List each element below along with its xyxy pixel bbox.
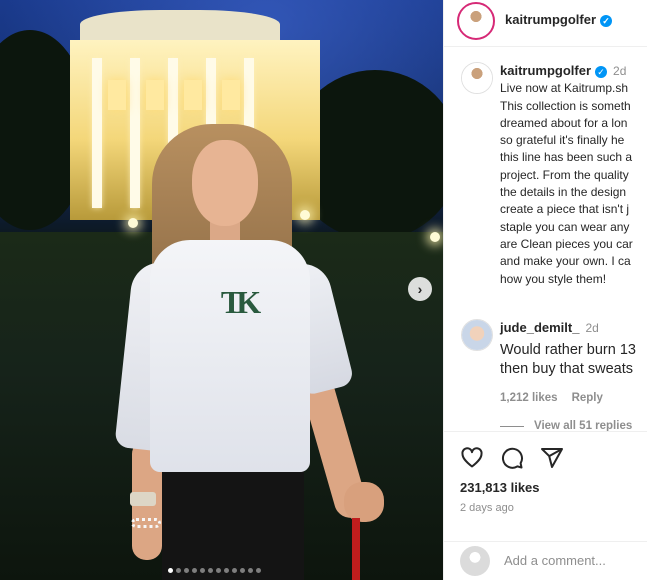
caption-text: Live now at Kaitrump.sh This collection … (500, 81, 633, 286)
garden-light (300, 210, 310, 220)
post-header: kaitrumpgolfer ✓ (444, 0, 647, 47)
carousel-dots (168, 568, 261, 573)
carousel-dot (248, 568, 253, 573)
caption-username[interactable]: kaitrumpgolfer (500, 63, 591, 78)
next-photo-button[interactable]: › (408, 277, 432, 301)
sweater-logo: TK (220, 284, 261, 320)
red-leash (352, 518, 360, 580)
header-username[interactable]: kaitrumpgolfer (505, 12, 596, 27)
share-icon[interactable] (540, 446, 564, 470)
comment-meta: 1,212 likes Reply (500, 392, 647, 404)
comment-username[interactable]: jude_demilt_ (500, 320, 579, 335)
carousel-dot (200, 568, 205, 573)
verified-badge-icon: ✓ (600, 14, 613, 27)
house-column (130, 58, 140, 208)
house-window (184, 80, 202, 110)
comment-reply-button[interactable]: Reply (572, 392, 603, 404)
chevron-right-icon: › (417, 281, 423, 297)
house-column (92, 58, 102, 208)
carousel-dot (176, 568, 181, 573)
carousel-dot (208, 568, 213, 573)
garden-light (128, 218, 138, 228)
comment-item: jude_demilt_ 2d Would rather burn 13 then… (500, 319, 647, 404)
house-window (222, 80, 240, 110)
caption-time[interactable]: 2d (613, 64, 626, 78)
current-user-avatar (460, 546, 490, 576)
post-likes-count[interactable]: 231,813 likes (460, 480, 540, 495)
post-caption: kaitrumpgolfer ✓ 2d Live now at Kaitrump.s… (500, 62, 647, 288)
heart-icon[interactable] (460, 446, 484, 470)
comment-text: Would rather burn 13 then buy that sweat… (500, 342, 636, 377)
caption-avatar[interactable] (461, 62, 493, 94)
person-pants (162, 468, 304, 580)
house-window (146, 80, 164, 110)
verified-badge-icon: ✓ (595, 65, 608, 78)
carousel-dot (216, 568, 221, 573)
carousel-dot (184, 568, 189, 573)
carousel-dot (256, 568, 261, 573)
person-right-hand (344, 482, 384, 522)
post-date: 2 days ago (460, 502, 514, 514)
comment-time: 2d (585, 321, 599, 335)
white-sweatshirt (150, 240, 310, 472)
person-face (192, 140, 258, 226)
action-icons (460, 446, 564, 470)
carousel-dot (224, 568, 229, 573)
carousel-dot (168, 568, 173, 573)
comment-icon[interactable] (500, 446, 524, 470)
carousel-dot (240, 568, 245, 573)
house-window (108, 80, 126, 110)
wrist-watch (130, 492, 156, 506)
header-avatar[interactable] (457, 2, 495, 40)
comment-likes[interactable]: 1,212 likes (500, 392, 558, 404)
garden-light (430, 232, 440, 242)
carousel-dot (192, 568, 197, 573)
post-side-panel: kaitrumpgolfer ✓ kaitrumpgolfer ✓ 2d Live n… (443, 0, 647, 580)
header-username-row: kaitrumpgolfer ✓ (505, 12, 613, 27)
replies-divider (500, 425, 524, 427)
comment-avatar[interactable] (461, 319, 493, 351)
post-actions: 231,813 likes 2 days ago (444, 431, 647, 541)
carousel-dot (232, 568, 237, 573)
post-photo[interactable]: TK › (0, 0, 443, 580)
pearl-bracelet (131, 518, 161, 528)
add-comment-input[interactable] (504, 548, 644, 572)
add-comment-bar (444, 541, 647, 580)
